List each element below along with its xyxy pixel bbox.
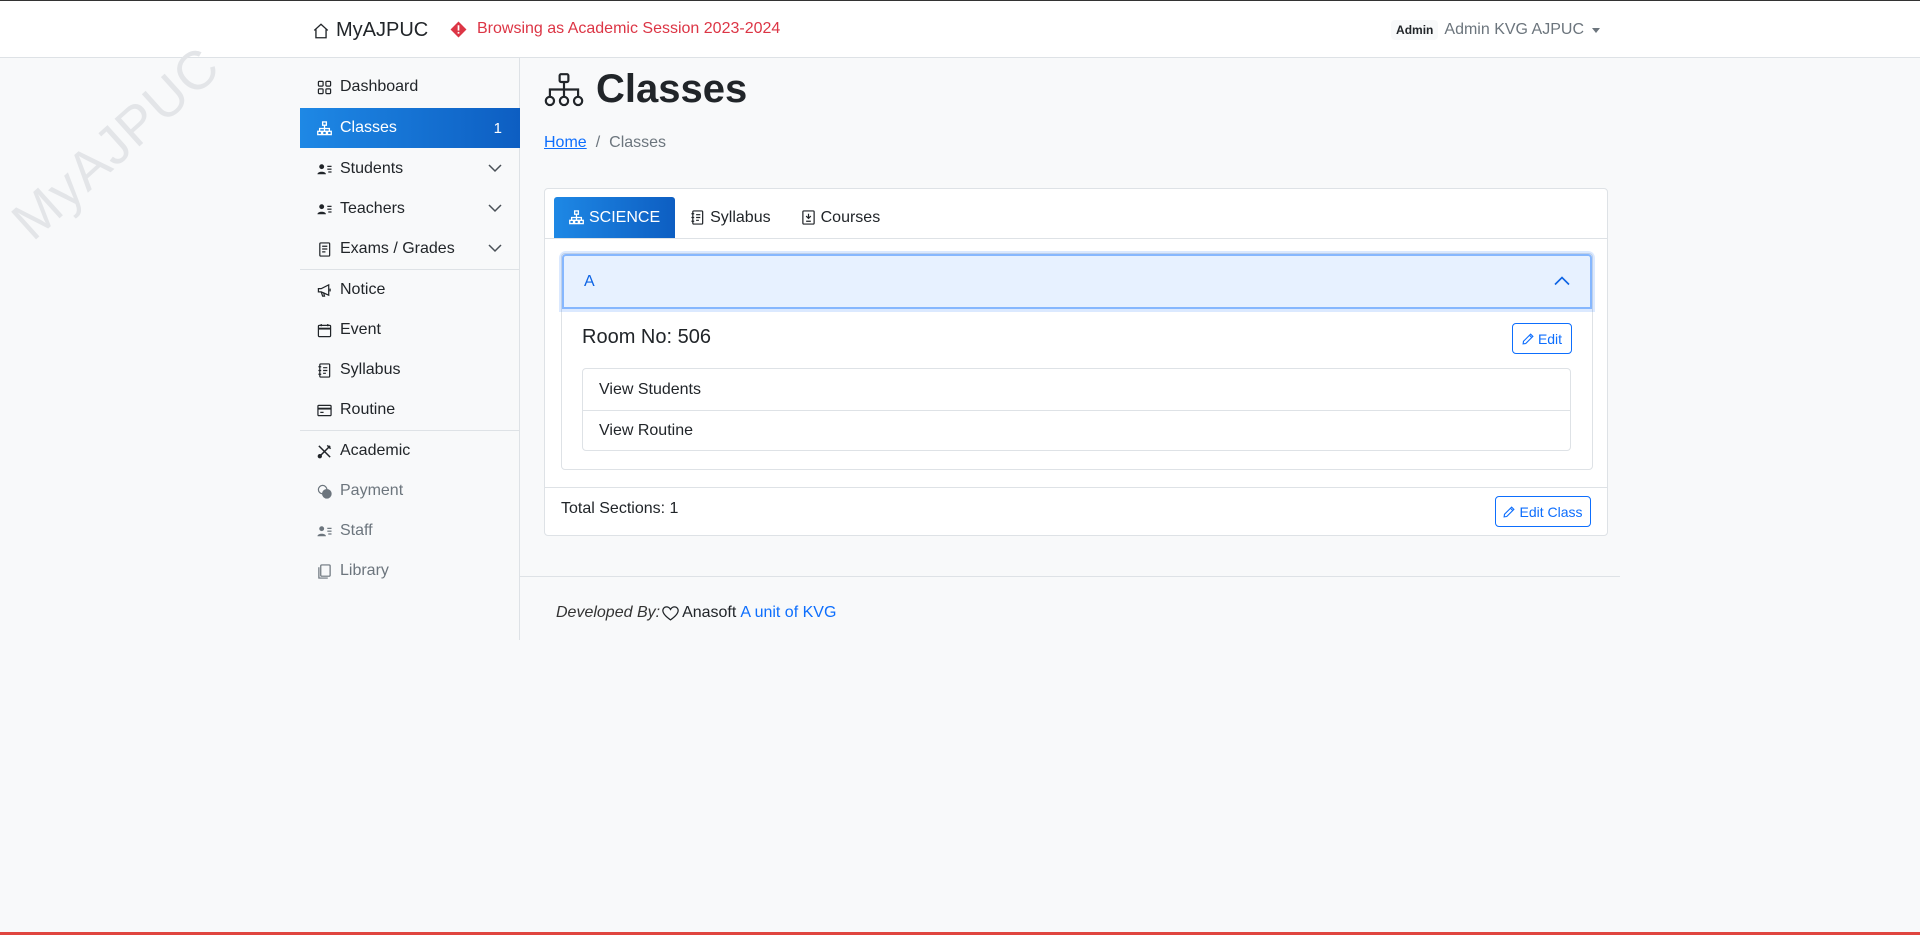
sidebar-item-label: Teachers [340,200,405,217]
sidebar-item-label: Notice [340,281,386,298]
sidebar-item-event[interactable]: Event [300,310,520,350]
sidebar-item-label: Syllabus [340,361,401,378]
alert-diamond-icon [450,21,467,37]
sidebar-item-notice[interactable]: Notice [300,270,520,310]
tab-syllabus[interactable]: Syllabus [675,197,785,238]
tab-courses[interactable]: Courses [786,197,896,238]
sidebar-item-classes[interactable]: Classes 1 [300,108,520,148]
breadcrumb: Home / Classes [544,134,666,152]
footer-divider [520,576,1620,577]
coins-icon [316,483,332,499]
sidebar-item-label: Event [340,321,381,338]
journal-icon [316,241,332,257]
hierarchy-icon [316,120,332,136]
hierarchy-icon [544,72,584,106]
developed-by-label: Developed By: [556,604,661,621]
sidebar-item-payment[interactable]: Payment [300,471,520,511]
breadcrumb-home-link[interactable]: Home [544,134,587,152]
sidebar-item-library[interactable]: Library [300,551,520,591]
card-icon [316,402,332,418]
section-links: View Students View Routine [582,368,1571,451]
journal-text-icon [316,362,332,378]
accordion-header-section-a[interactable]: A [562,254,1592,309]
breadcrumb-current: Classes [609,134,667,151]
sidebar-item-label: Dashboard [340,78,419,95]
total-sections: Total Sections: 1 [561,500,679,517]
heart-icon [662,605,679,621]
classes-count-badge: 1 [493,119,502,137]
sidebar-item-label: Staff [340,522,373,539]
person-lines-icon [316,161,332,177]
chevron-down-icon [488,204,502,213]
tab-science[interactable]: SCIENCE [554,197,676,238]
brand-link[interactable]: MyAJPUC [312,19,428,42]
tab-label: Courses [820,208,881,226]
sidebar-item-dashboard[interactable]: Dashboard [300,67,520,107]
sidebar: Dashboard Classes 1 Students Teachers Ex… [300,58,520,640]
sidebar-item-label: Library [340,562,389,579]
person-lines-icon [316,201,332,217]
watermark: MyAJPUC [0,35,232,252]
house-icon [313,22,329,38]
caret-down-icon [1592,27,1600,33]
calendar-icon [316,322,332,338]
unit-of-kvg-link[interactable]: A unit of KVG [740,604,836,622]
hierarchy-icon [569,210,584,225]
sidebar-item-label: Academic [340,442,411,459]
classes-card: SCIENCE Syllabus Courses A Room No: 506 … [544,188,1608,536]
chevron-down-icon [488,244,502,253]
company-name: Anasoft [682,604,737,621]
chevron-up-icon [1554,276,1570,286]
journal-arrow-icon [801,210,816,225]
class-tabs: SCIENCE Syllabus Courses [554,197,895,238]
journal-text-icon [690,210,705,225]
section-accordion: A Room No: 506 Edit View Students View R… [561,253,1593,470]
role-badge: Admin [1391,20,1439,40]
person-lines-icon [316,523,332,539]
view-routine-link[interactable]: View Routine [583,410,1570,451]
sidebar-item-students[interactable]: Students [300,149,520,189]
sidebar-item-academic[interactable]: Academic [300,431,520,471]
sidebar-item-label: Exams / Grades [340,240,455,257]
edit-label: Edit [1537,330,1563,347]
sidebar-item-label: Students [340,160,404,177]
edit-class-button[interactable]: Edit Class [1495,496,1591,527]
sidebar-item-exams-grades[interactable]: Exams / Grades [300,229,520,269]
pencil-icon [1503,505,1516,518]
megaphone-icon [316,282,332,298]
sidebar-item-syllabus[interactable]: Syllabus [300,350,520,390]
edit-section-button[interactable]: Edit [1512,323,1572,354]
page-title: Classes [544,67,747,112]
section-name: A [584,272,595,290]
pencil-icon [1522,332,1534,345]
footer: Developed By: Anasoft A unit of KVG [556,604,836,622]
user-dropdown[interactable]: Admin Admin KVG AJPUC [1391,20,1600,40]
sidebar-item-teachers[interactable]: Teachers [300,189,520,229]
session-text: Browsing as Academic Session 2023-2024 [477,20,781,37]
tools-icon [316,443,332,459]
tab-label: Syllabus [710,208,771,226]
room-number: Room No: 506 [582,326,711,348]
tab-label: SCIENCE [589,208,661,226]
grid-icon [316,79,332,95]
user-name: Admin KVG AJPUC [1444,21,1584,38]
breadcrumb-separator: / [595,134,601,151]
brand-text: MyAJPUC [336,19,429,41]
chevron-down-icon [488,164,502,173]
page-title-text: Classes [596,67,748,111]
sidebar-item-label: Classes [340,119,397,136]
view-students-link[interactable]: View Students [583,369,1570,410]
sidebar-item-label: Payment [340,482,404,499]
journals-icon [316,563,332,579]
edit-class-label: Edit Class [1519,503,1583,520]
card-footer: Total Sections: 1 Edit Class [545,487,1607,535]
tabs-divider [545,238,1607,239]
session-notice: Browsing as Academic Session 2023-2024 [450,20,780,38]
sidebar-item-routine[interactable]: Routine [300,390,520,430]
top-navbar: MyAJPUC Browsing as Academic Session 202… [0,1,1920,58]
sidebar-item-staff[interactable]: Staff [300,511,520,551]
sidebar-item-label: Routine [340,401,396,418]
